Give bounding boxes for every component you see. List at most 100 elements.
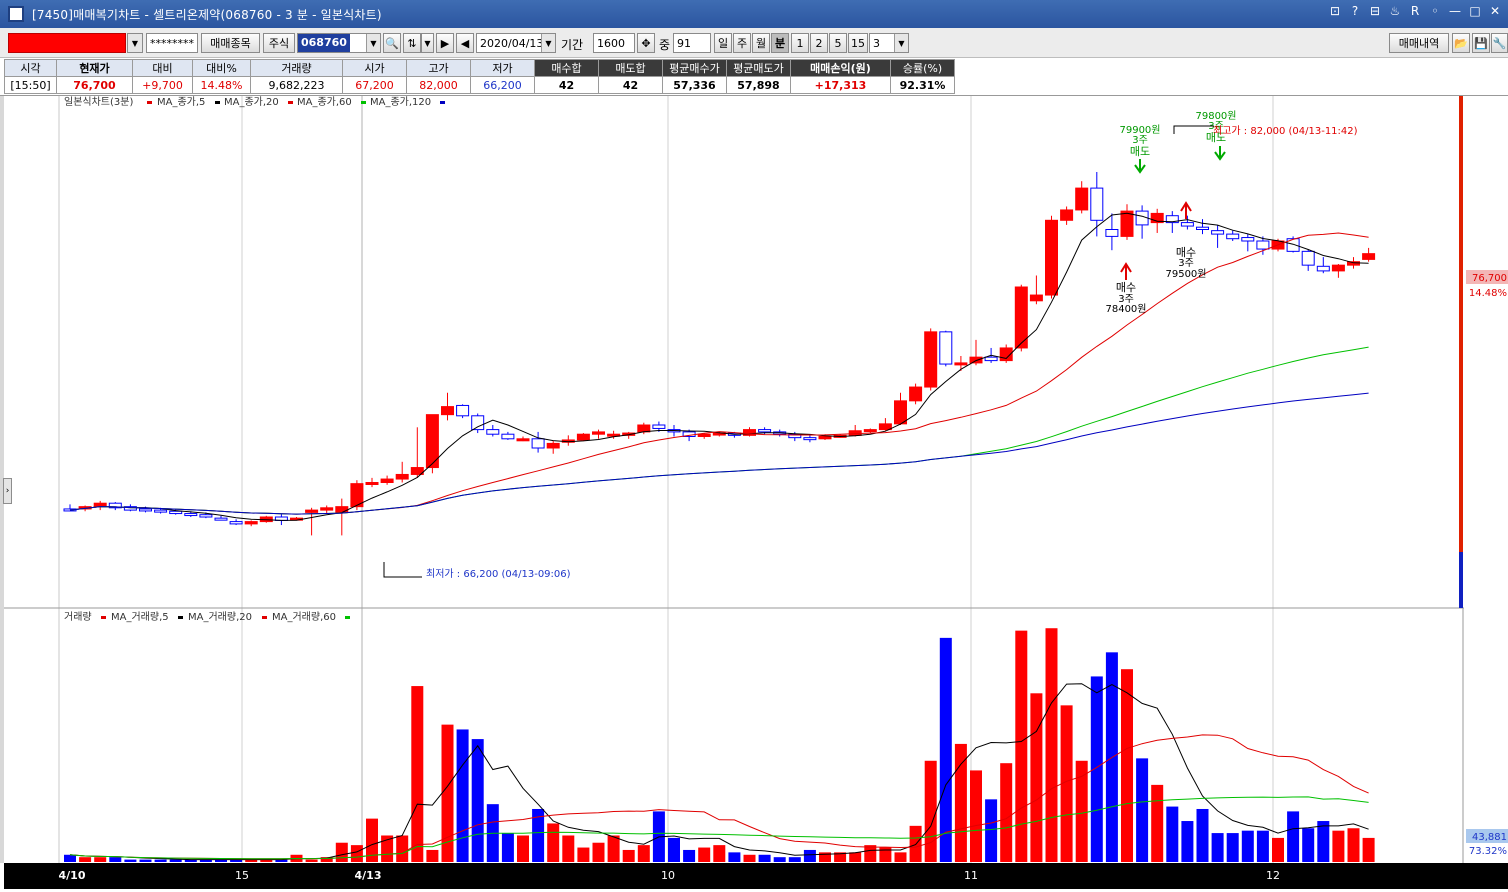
- save-button[interactable]: 💾: [1472, 33, 1490, 53]
- market-select-button[interactable]: 주식: [263, 33, 295, 53]
- scroll-indicator-blue[interactable]: [1459, 552, 1463, 608]
- prev-button[interactable]: ◀: [456, 33, 474, 53]
- volume-bar: [637, 845, 650, 862]
- folder-icon: 📂: [1454, 36, 1468, 50]
- candle-body: [1256, 240, 1270, 250]
- crosshair-button[interactable]: ✥: [637, 33, 655, 53]
- volume-bar: [743, 854, 756, 862]
- legend-ma60: MA_종가,60: [297, 96, 352, 108]
- stock-code-field[interactable]: 068760 ▼: [297, 33, 381, 53]
- buy2-price: 79500원: [1165, 268, 1206, 280]
- period-day-button[interactable]: 일: [714, 33, 732, 53]
- volume-bar: [1211, 833, 1224, 862]
- chevron-down-icon: ▼: [128, 34, 142, 52]
- value-open: 67,200: [342, 76, 407, 94]
- time-label-12: 12: [1266, 869, 1280, 882]
- candle-body: [531, 438, 545, 449]
- option-icon[interactable]: ◦: [1428, 4, 1442, 18]
- window-title: [7450]매매복기차트 - 셀트리온제약(068760 - 3 분 - 일본식…: [32, 7, 382, 22]
- account-select[interactable]: [8, 33, 126, 53]
- save-icon: 💾: [1474, 36, 1488, 50]
- candle-body: [924, 331, 938, 388]
- legend-ma120: MA_종가,120: [370, 96, 431, 108]
- candle-body: [592, 431, 605, 435]
- link-icon[interactable]: ♨: [1388, 4, 1402, 18]
- play-icon: ▶: [440, 36, 450, 50]
- volume-bar: [803, 849, 816, 862]
- legend-marker: [361, 101, 366, 104]
- account-dropdown[interactable]: ▼: [127, 33, 143, 53]
- date-field[interactable]: 2020/04/13 ▼: [476, 33, 556, 53]
- volume-bar: [1136, 758, 1149, 862]
- volume-bar: [1362, 837, 1375, 862]
- volume-bar: [1287, 811, 1300, 862]
- volume-bar: [1121, 669, 1133, 862]
- volume-bar: [577, 847, 590, 862]
- volume-bar: [939, 637, 952, 862]
- candle-body: [456, 404, 470, 417]
- volume-bar: [607, 835, 620, 862]
- scroll-indicator-red[interactable]: [1459, 96, 1463, 554]
- volume-bar: [1332, 830, 1345, 862]
- pin-icon[interactable]: ⊡: [1328, 4, 1342, 18]
- volume-bar: [109, 857, 122, 862]
- candle-body: [486, 429, 500, 435]
- candle-body: [1060, 209, 1074, 221]
- period-minute-button[interactable]: 분: [771, 33, 789, 53]
- sort-dropdown[interactable]: ▼: [421, 33, 434, 53]
- close-button[interactable]: ✕: [1488, 4, 1502, 18]
- last-price-value: 76,700: [1472, 273, 1507, 284]
- sort-button[interactable]: ⇅: [403, 33, 421, 53]
- price-legend-title: 일본식차트(3분): [64, 96, 133, 108]
- stock-select-button[interactable]: 매매종목: [201, 33, 260, 53]
- volume-bar: [1151, 784, 1164, 862]
- candle-body: [1075, 187, 1089, 211]
- interval-15-button[interactable]: 15: [848, 33, 868, 53]
- refresh-icon[interactable]: R: [1408, 4, 1422, 18]
- mid-input[interactable]: 91: [673, 33, 711, 53]
- candle-body: [1120, 210, 1134, 237]
- interval-2-button[interactable]: 2: [810, 33, 828, 53]
- interval-select[interactable]: 3 ▼: [869, 33, 909, 53]
- candle-body: [199, 514, 213, 518]
- volume-bar: [94, 857, 107, 862]
- chart-svg[interactable]: 일본식차트(3분) MA_종가,5 MA_종가,20 MA_종가,60 MA_종…: [4, 96, 1508, 889]
- chevron-right-icon: ›: [5, 486, 10, 496]
- candle-body: [863, 429, 877, 433]
- screen-icon[interactable]: ⊟: [1368, 4, 1382, 18]
- interval-5-button[interactable]: 5: [829, 33, 847, 53]
- candle-body: [1331, 264, 1345, 272]
- candle-body: [169, 510, 183, 515]
- quote-info-bar: 시각 현재가 대비 대비% 거래량 시가 고가 저가 매수합 매도합 평균매수가…: [0, 58, 1508, 96]
- volume-bar: [758, 854, 771, 862]
- candle-body: [894, 400, 907, 425]
- period-month-button[interactable]: 월: [752, 33, 770, 53]
- settings-button[interactable]: 🔧: [1491, 33, 1508, 53]
- maximize-button[interactable]: □: [1468, 4, 1482, 18]
- chart-background: [4, 96, 1508, 889]
- password-field[interactable]: ********: [146, 33, 198, 53]
- last-volume-value: 43,881: [1472, 832, 1507, 843]
- volume-bar: [1302, 828, 1315, 862]
- volume-bar: [985, 799, 998, 862]
- search-button[interactable]: 🔍: [383, 33, 401, 53]
- period-week-button[interactable]: 주: [733, 33, 751, 53]
- expand-panel-button[interactable]: ›: [3, 478, 12, 504]
- volume-bar: [154, 859, 167, 862]
- next-button[interactable]: ▶: [436, 33, 454, 53]
- volume-bar: [683, 849, 696, 862]
- interval-1-button[interactable]: 1: [791, 33, 809, 53]
- header-avg-buy: 평균매수가: [662, 59, 727, 77]
- candle-body: [576, 433, 590, 441]
- buy1-price: 78400원: [1105, 303, 1146, 315]
- volume-bar: [592, 842, 605, 862]
- minimize-button[interactable]: —: [1448, 4, 1462, 18]
- trade-history-button[interactable]: 매매내역: [1389, 33, 1449, 53]
- volume-bar: [1030, 693, 1043, 862]
- period-input[interactable]: 1600: [593, 33, 635, 53]
- volume-bar: [1000, 763, 1013, 862]
- open-button[interactable]: 📂: [1452, 33, 1470, 53]
- volume-bar: [728, 852, 741, 862]
- value-low: 66,200: [470, 76, 535, 94]
- help-icon[interactable]: ?: [1348, 4, 1362, 18]
